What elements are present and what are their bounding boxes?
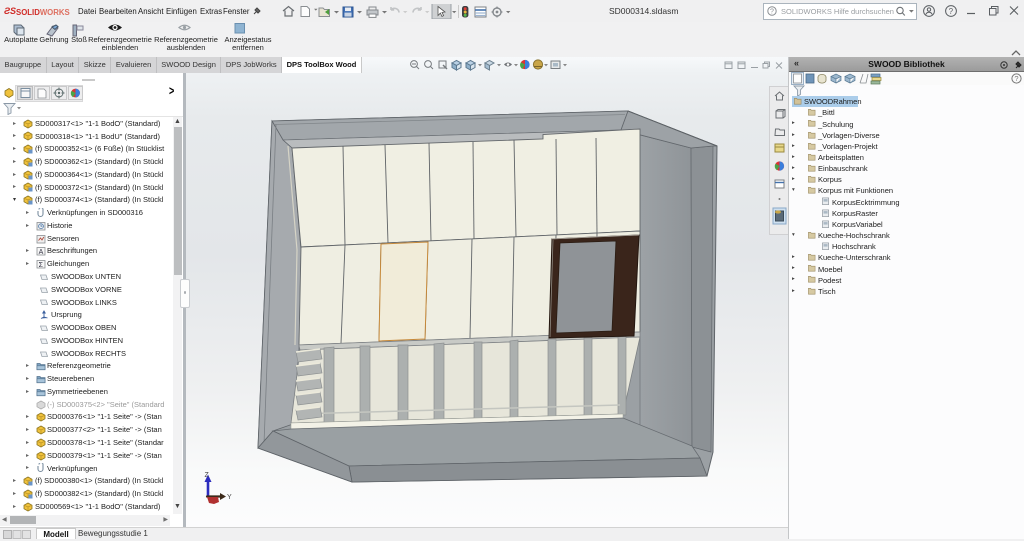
svg-text:?: ? xyxy=(770,9,774,16)
svg-text:Z: Z xyxy=(205,472,210,479)
svg-text:Y: Y xyxy=(227,494,232,501)
svg-text:?: ? xyxy=(1014,74,1018,83)
svg-text:A: A xyxy=(39,249,44,256)
svg-text:?: ? xyxy=(949,7,954,16)
svg-text:Σ: Σ xyxy=(39,262,44,269)
